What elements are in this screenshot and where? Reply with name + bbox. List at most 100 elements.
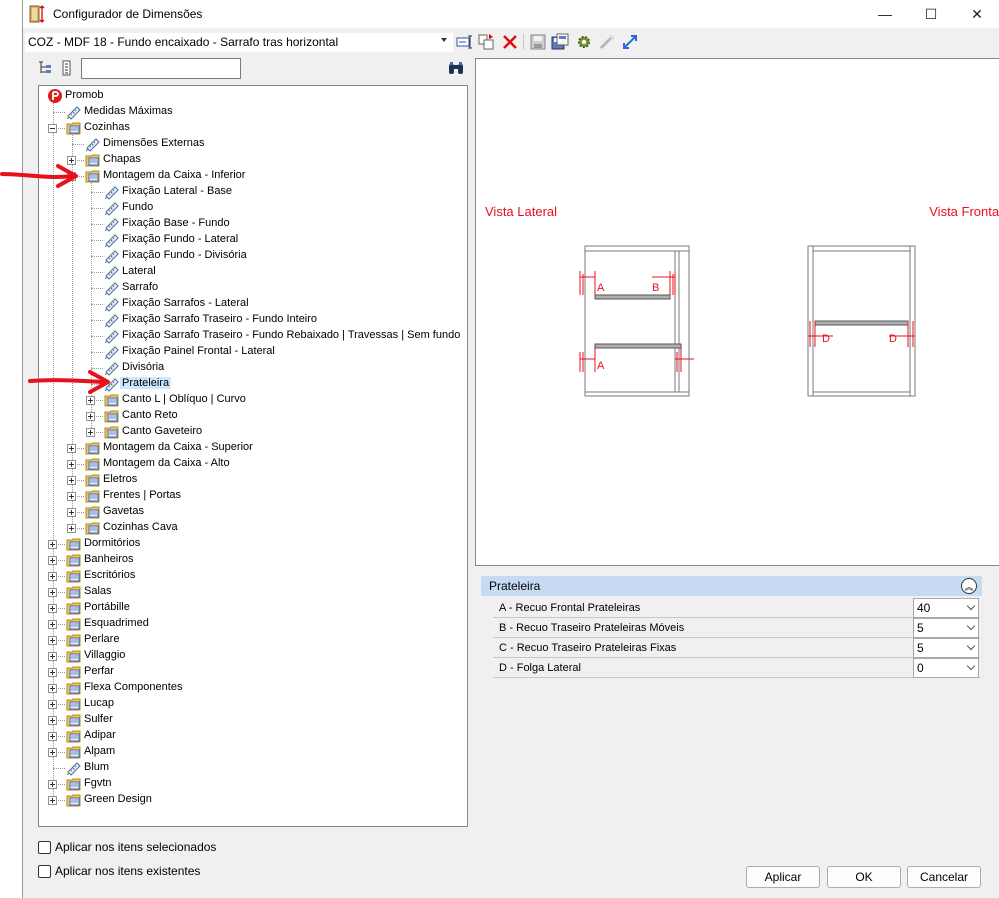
gear-icon[interactable] [575,33,593,51]
tree-item-label: Blum [84,761,110,773]
expand-icon[interactable] [48,716,57,725]
expand-icon[interactable] [48,636,57,645]
tree-item[interactable]: Promob [39,88,467,104]
tree-item[interactable]: Flexa Componentes [39,680,467,696]
tree-item[interactable]: Sulfer [39,712,467,728]
expand-icon[interactable] [48,604,57,613]
apply-selected-checkbox[interactable] [38,841,51,854]
binoculars-icon[interactable] [448,61,464,75]
expand-icon[interactable] [48,684,57,693]
tree-item[interactable]: Frentes | Portas [39,488,467,504]
close-button[interactable]: ✕ [954,0,999,28]
chevron-down-icon[interactable] [966,621,976,631]
expand-icon[interactable] [67,476,76,485]
tree-item[interactable]: Fgvtn [39,776,467,792]
expand-icon[interactable] [86,412,95,421]
tree-item[interactable]: Adipar [39,728,467,744]
tree-item-label: Perfar [84,665,114,677]
tree-item[interactable]: Banheiros [39,552,467,568]
property-name: C - Recuo Traseiro Prateleiras Fixas [499,642,677,654]
list-view-icon[interactable] [61,60,73,76]
expand-icon[interactable] [67,444,76,453]
save-as-icon[interactable] [551,33,569,51]
chevron-down-icon[interactable] [966,641,976,651]
copy-icon[interactable] [477,33,495,51]
tree-item[interactable]: Canto Gaveteiro [39,424,467,440]
chevron-down-icon[interactable] [966,601,976,611]
expand-icon[interactable] [67,524,76,533]
tree-item[interactable]: Escritórios [39,568,467,584]
preview-canvas: Vista Lateral Vista Frontal A B A D D [475,58,999,566]
tree-item[interactable]: Dormitórios [39,536,467,552]
tree-item[interactable]: Esquadrimed [39,616,467,632]
collapse-icon[interactable] [48,124,57,133]
tree-item[interactable]: Cozinhas [39,120,467,136]
expand-icon[interactable] [86,428,95,437]
expand-icon[interactable] [621,33,639,51]
tree-item-label: Green Design [84,793,152,805]
property-name: B - Recuo Traseiro Prateleiras Móveis [499,622,685,634]
properties-header[interactable]: Prateleira ︽ [481,576,982,596]
tree-item[interactable]: Alpam [39,744,467,760]
expand-icon[interactable] [67,508,76,517]
search-input[interactable] [81,58,241,79]
tree-item[interactable]: Canto Reto [39,408,467,424]
chevron-down-icon[interactable] [966,661,976,671]
rename-icon[interactable] [455,33,473,51]
save-icon[interactable] [529,33,547,51]
tree-item[interactable]: Medidas Máximas [39,104,467,120]
chevron-down-icon[interactable] [441,38,447,42]
tree-item-label: Portábille [84,601,130,613]
wand-icon[interactable] [598,33,616,51]
collapse-icon[interactable]: ︽ [961,578,977,594]
tree-item[interactable]: Villaggio [39,648,467,664]
tree-item[interactable]: Green Design [39,792,467,808]
tree-item[interactable]: Gavetas [39,504,467,520]
expand-icon[interactable] [48,796,57,805]
minimize-button[interactable]: — [862,0,908,28]
expand-icon[interactable] [48,780,57,789]
apply-existing-checkbox[interactable] [38,865,51,878]
tree-item-label: Dimensões Externas [103,137,205,149]
preset-select[interactable]: COZ - MDF 18 - Fundo encaixado - Sarrafo… [25,33,453,52]
tree-item[interactable]: Cozinhas Cava [39,520,467,536]
tree-item[interactable]: Lucap [39,696,467,712]
expand-icon[interactable] [48,668,57,677]
tree-item[interactable]: Blum [39,760,467,776]
tree-item[interactable]: Portábille [39,600,467,616]
property-value-select[interactable]: 40 [913,598,979,618]
folder-icon [85,520,101,536]
delete-icon[interactable] [501,33,519,51]
tree-item[interactable]: Eletros [39,472,467,488]
expand-icon[interactable] [67,492,76,501]
toolbar: COZ - MDF 18 - Fundo encaixado - Sarrafo… [23,30,999,54]
tree-view-icon[interactable] [37,60,53,76]
tree-item[interactable]: Dimensões Externas [39,136,467,152]
apply-button[interactable]: Aplicar [746,866,820,888]
expand-icon[interactable] [48,748,57,757]
property-value-select[interactable]: 5 [913,638,979,658]
tree-item-label: Sulfer [84,713,113,725]
expand-icon[interactable] [48,732,57,741]
expand-icon[interactable] [48,700,57,709]
tree-item[interactable]: Perfar [39,664,467,680]
expand-icon[interactable] [48,540,57,549]
tree-item[interactable]: Montagem da Caixa - Superior [39,440,467,456]
folder-icon [66,632,82,648]
property-value-select[interactable]: 0 [913,658,979,678]
expand-icon[interactable] [48,588,57,597]
maximize-button[interactable]: ☐ [908,0,954,28]
expand-icon[interactable] [48,556,57,565]
tree-item[interactable]: Perlare [39,632,467,648]
expand-icon[interactable] [67,460,76,469]
ok-button[interactable]: OK [827,866,901,888]
property-value-select[interactable]: 5 [913,618,979,638]
label-d-right: D [889,333,897,345]
tree-item[interactable]: Montagem da Caixa - Alto [39,456,467,472]
expand-icon[interactable] [48,572,57,581]
expand-icon[interactable] [48,652,57,661]
expand-icon[interactable] [48,620,57,629]
lateral-view-title: Vista Lateral [485,204,558,219]
cancel-button[interactable]: Cancelar [907,866,981,888]
tree-item[interactable]: Salas [39,584,467,600]
